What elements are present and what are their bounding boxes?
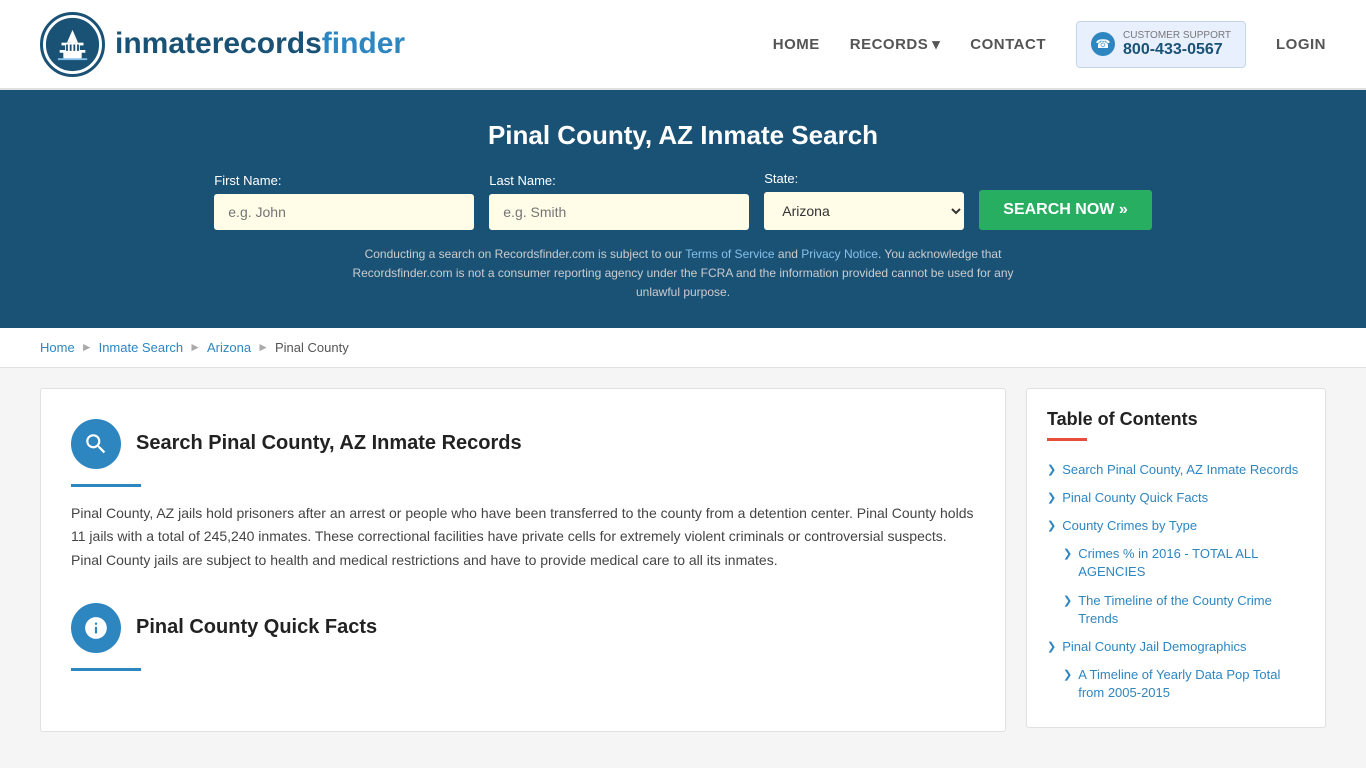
state-group: State: Arizona <box>764 171 964 230</box>
first-name-input[interactable] <box>214 194 474 230</box>
toc-box: Table of Contents ❯ Search Pinal County,… <box>1026 388 1326 729</box>
chevron-icon-6: ❯ <box>1047 640 1056 655</box>
main-nav: HOME RECORDS ▾ CONTACT ☎ CUSTOMER SUPPOR… <box>773 21 1326 68</box>
toc-item-4[interactable]: ❯ Crimes % in 2016 - TOTAL ALL AGENCIES <box>1047 540 1305 586</box>
quick-facts-section: Pinal County Quick Facts <box>71 603 975 671</box>
state-label: State: <box>764 171 964 186</box>
logo-text: inmaterecordsfinder <box>115 27 405 61</box>
logo-icon <box>40 12 105 77</box>
toc-label-3: County Crimes by Type <box>1062 517 1197 535</box>
nav-records[interactable]: RECORDS ▾ <box>850 35 941 53</box>
nav-contact[interactable]: CONTACT <box>970 36 1046 53</box>
support-text: CUSTOMER SUPPORT 800-433-0567 <box>1123 30 1231 59</box>
toc-item-5[interactable]: ❯ The Timeline of the County Crime Trend… <box>1047 587 1305 633</box>
header: inmaterecordsfinder HOME RECORDS ▾ CONTA… <box>0 0 1366 90</box>
sidebar: Table of Contents ❯ Search Pinal County,… <box>1026 388 1326 732</box>
chevron-icon-3: ❯ <box>1047 519 1056 534</box>
toc-label-1: Search Pinal County, AZ Inmate Records <box>1062 461 1298 479</box>
chevron-icon-2: ❯ <box>1047 491 1056 506</box>
search-section-icon <box>71 419 121 469</box>
last-name-label: Last Name: <box>489 173 749 188</box>
search-section-title: Search Pinal County, AZ Inmate Records <box>136 432 522 455</box>
toc-label-6: Pinal County Jail Demographics <box>1062 638 1246 656</box>
chevron-icon-1: ❯ <box>1047 463 1056 478</box>
privacy-link[interactable]: Privacy Notice <box>801 247 878 261</box>
quick-facts-header: Pinal County Quick Facts <box>71 603 975 653</box>
search-icon <box>83 431 109 457</box>
breadcrumb-pinal-county: Pinal County <box>275 340 349 355</box>
toc-label-4: Crimes % in 2016 - TOTAL ALL AGENCIES <box>1078 545 1305 581</box>
toc-item-6[interactable]: ❯ Pinal County Jail Demographics <box>1047 633 1305 661</box>
disclaimer-text: Conducting a search on Recordsfinder.com… <box>333 245 1033 303</box>
breadcrumb: Home ► Inmate Search ► Arizona ► Pinal C… <box>0 328 1366 368</box>
chevron-icon-5: ❯ <box>1063 594 1072 609</box>
state-select[interactable]: Arizona <box>764 192 964 230</box>
nav-home[interactable]: HOME <box>773 36 820 53</box>
breadcrumb-sep-3: ► <box>257 340 269 354</box>
search-section-text: Pinal County, AZ jails hold prisoners af… <box>71 502 975 573</box>
breadcrumb-sep-2: ► <box>189 340 201 354</box>
quick-facts-title: Pinal County Quick Facts <box>136 616 377 639</box>
toc-item-1[interactable]: ❯ Search Pinal County, AZ Inmate Records <box>1047 456 1305 484</box>
hero-title: Pinal County, AZ Inmate Search <box>40 120 1326 151</box>
support-number: 800-433-0567 <box>1123 41 1231 59</box>
toc-item-7[interactable]: ❯ A Timeline of Yearly Data Pop Total fr… <box>1047 661 1305 707</box>
search-button[interactable]: SEARCH NOW » <box>979 190 1151 230</box>
main-content: Search Pinal County, AZ Inmate Records P… <box>0 368 1366 752</box>
breadcrumb-inmate-search[interactable]: Inmate Search <box>99 340 184 355</box>
toc-label-7: A Timeline of Yearly Data Pop Total from… <box>1078 666 1305 702</box>
first-name-label: First Name: <box>214 173 474 188</box>
chevron-down-icon: ▾ <box>932 35 940 53</box>
logo-text-part2: finder <box>322 27 405 60</box>
search-section-divider <box>71 484 141 487</box>
content-left: Search Pinal County, AZ Inmate Records P… <box>40 388 1006 732</box>
breadcrumb-home[interactable]: Home <box>40 340 75 355</box>
toc-divider <box>1047 438 1087 441</box>
search-section-header: Search Pinal County, AZ Inmate Records <box>71 419 975 469</box>
first-name-group: First Name: <box>214 173 474 230</box>
nav-records-label: RECORDS <box>850 36 929 53</box>
toc-item-3[interactable]: ❯ County Crimes by Type <box>1047 512 1305 540</box>
last-name-input[interactable] <box>489 194 749 230</box>
chevron-icon-7: ❯ <box>1063 668 1072 683</box>
logo-area: inmaterecordsfinder <box>40 12 405 77</box>
chevron-icon-4: ❯ <box>1063 547 1072 562</box>
toc-label-2: Pinal County Quick Facts <box>1062 489 1208 507</box>
breadcrumb-arizona[interactable]: Arizona <box>207 340 251 355</box>
logo-text-part1: inmaterecords <box>115 27 322 60</box>
breadcrumb-sep-1: ► <box>81 340 93 354</box>
nav-support[interactable]: ☎ CUSTOMER SUPPORT 800-433-0567 <box>1076 21 1246 68</box>
headphone-icon: ☎ <box>1091 32 1115 56</box>
search-form: First Name: Last Name: State: Arizona SE… <box>40 171 1326 230</box>
search-records-section: Search Pinal County, AZ Inmate Records P… <box>71 419 975 573</box>
toc-item-2[interactable]: ❯ Pinal County Quick Facts <box>1047 484 1305 512</box>
support-label: CUSTOMER SUPPORT <box>1123 30 1231 41</box>
quick-facts-divider <box>71 668 141 671</box>
hero-section: Pinal County, AZ Inmate Search First Nam… <box>0 90 1366 328</box>
quick-facts-icon <box>71 603 121 653</box>
last-name-group: Last Name: <box>489 173 749 230</box>
toc-label-5: The Timeline of the County Crime Trends <box>1078 592 1305 628</box>
nav-login[interactable]: LOGIN <box>1276 36 1326 53</box>
toc-title: Table of Contents <box>1047 409 1305 430</box>
terms-link[interactable]: Terms of Service <box>685 247 774 261</box>
info-icon <box>83 615 109 641</box>
